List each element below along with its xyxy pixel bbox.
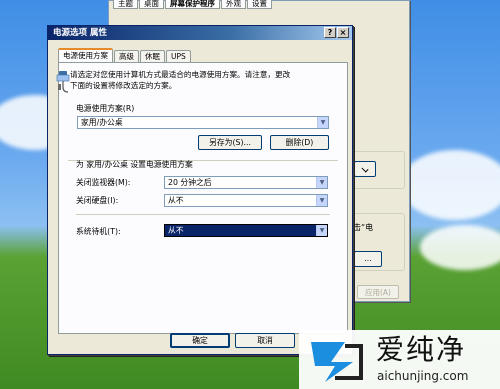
scheme-select-value: 家用/办公桌 <box>81 118 123 127</box>
tab-appearance[interactable]: 外观 <box>221 0 246 9</box>
chevron-down-icon: ▼ <box>316 225 327 236</box>
save-as-button[interactable]: 另存为(S)... <box>198 135 262 150</box>
divider <box>76 214 330 215</box>
harddisk-select[interactable]: 从不 ▼ <box>164 194 328 207</box>
monitor-select[interactable]: 20 分钟之后 ▼ <box>164 176 328 189</box>
tab-screensaver[interactable]: 屏幕保护程序 <box>165 0 220 9</box>
tab-settings[interactable]: 设置 <box>247 0 272 9</box>
tab-desktop[interactable]: 桌面 <box>139 0 164 9</box>
tab-hibernate[interactable]: 休眠 <box>140 50 165 62</box>
display-tabs: 主题 桌面 屏幕保护程序 外观 设置 <box>113 0 273 11</box>
tab-themes[interactable]: 主题 <box>113 0 138 9</box>
tab-ups[interactable]: UPS <box>166 50 191 62</box>
scheme-label: 电源使用方案(R) <box>76 104 135 113</box>
power-button[interactable]: ... <box>354 251 382 267</box>
apply-button[interactable]: 应用(A) <box>357 285 399 299</box>
standby-label: 系统待机(T): <box>76 227 121 236</box>
delete-button[interactable]: 删除(D) <box>270 135 329 150</box>
power-plug-icon <box>56 71 70 93</box>
scheme-select[interactable]: 家用/办公桌 ▼ <box>77 116 329 129</box>
chevron-down-icon: ▼ <box>316 177 327 188</box>
dialog-tabs: 电源使用方案 高级 休眠 UPS <box>58 48 192 62</box>
harddisk-label: 关闭硬盘(I): <box>76 196 119 205</box>
chevron-down-icon: ▼ <box>317 117 328 128</box>
screensaver-preview-button[interactable] <box>354 161 376 177</box>
settings-group-title: 为 家用/办公桌 设置电源使用方案 <box>76 160 193 169</box>
help-button[interactable]: ? <box>324 27 336 38</box>
ok-button[interactable]: 确定 <box>170 333 230 348</box>
standby-select-value: 从不 <box>168 226 184 235</box>
watermark-url: aichunjing.com <box>377 369 469 383</box>
intro-text: 请选定对您使用计算机方式最适合的电源使用方案。请注意，更改下面的设置将修改选定的… <box>70 70 291 90</box>
standby-select[interactable]: 从不 ▼ <box>164 224 328 237</box>
monitor-label: 关闭监视器(M): <box>76 178 131 187</box>
tab-power-schemes[interactable]: 电源使用方案 <box>58 48 113 62</box>
watermark-brand: 爱纯净 <box>376 333 467 366</box>
cancel-button[interactable]: 取消 <box>235 333 295 348</box>
background-cloud <box>400 150 500 220</box>
tab-advanced[interactable]: 高级 <box>114 50 139 62</box>
title-bar[interactable]: 电源选项 属性 ? × <box>48 26 352 40</box>
monitor-select-value: 20 分钟之后 <box>168 178 212 187</box>
logo-icon <box>311 342 363 382</box>
close-icon[interactable]: × <box>337 27 349 38</box>
background-cloud <box>420 225 500 270</box>
dialog-title: 电源选项 属性 <box>53 28 107 38</box>
harddisk-select-value: 从不 <box>168 196 184 205</box>
chevron-down-icon: ▼ <box>316 195 327 206</box>
